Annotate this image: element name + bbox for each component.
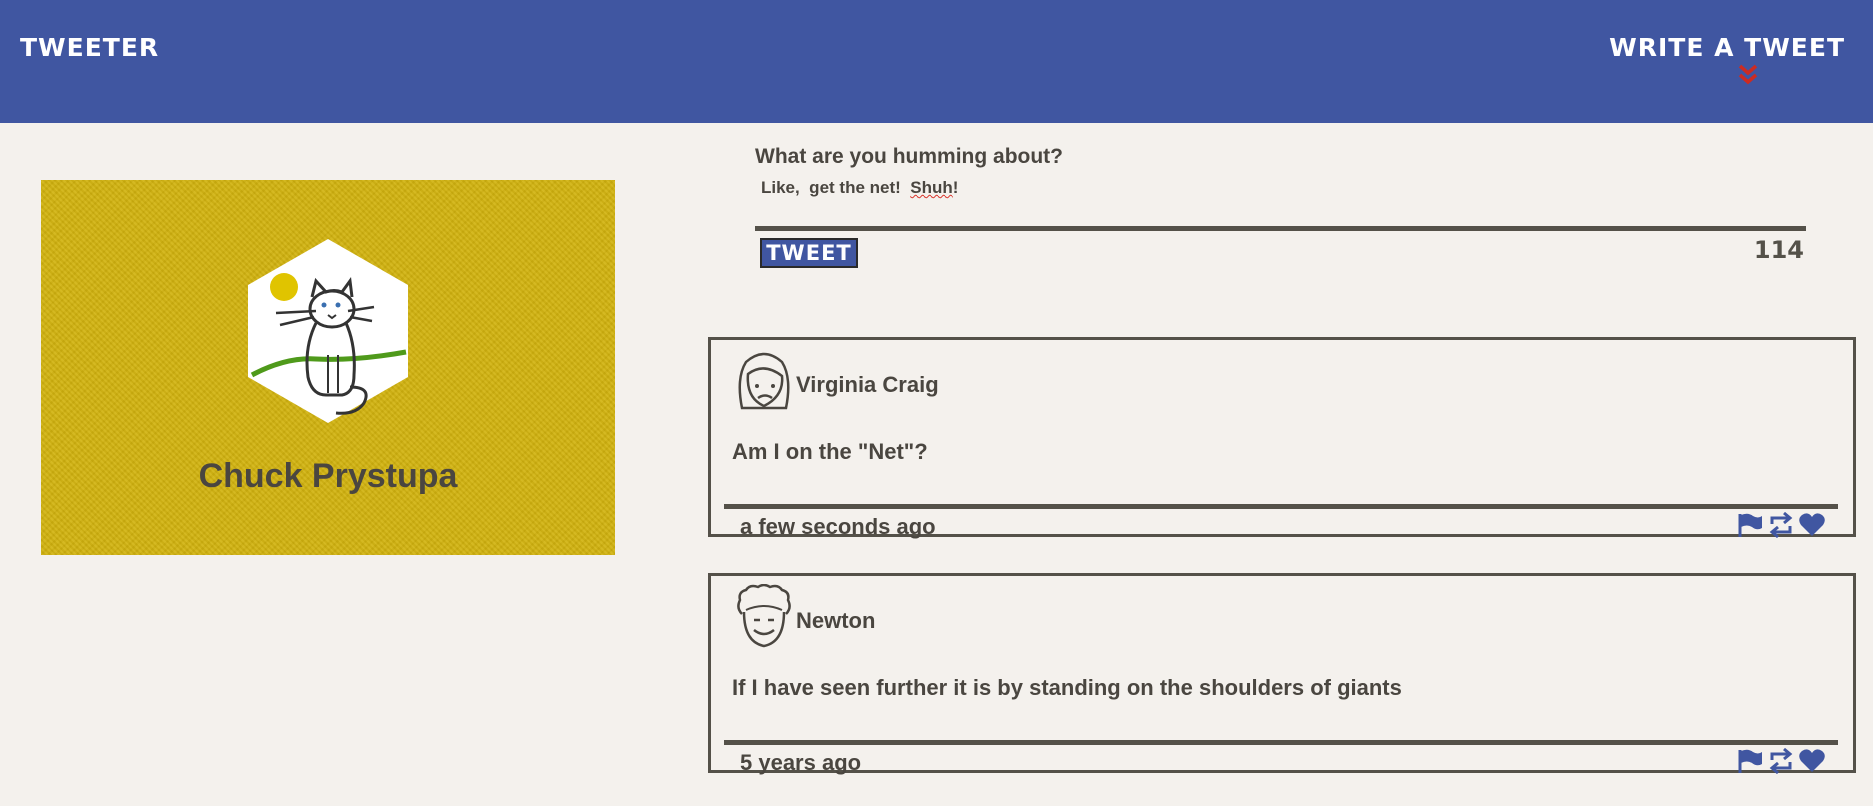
write-tweet-button[interactable]: WRITE A TWEET	[1609, 33, 1845, 62]
character-counter: 114	[1753, 236, 1804, 264]
misspelled-word: Shuh	[910, 178, 953, 197]
tweet-divider	[724, 504, 1838, 509]
tweet-body: Am I on the "Net"?	[732, 439, 928, 464]
tweet-submit-button[interactable]: TWEET	[760, 238, 858, 268]
profile-name: Chuck Prystupa	[198, 457, 458, 495]
profile-card: Chuck Prystupa	[41, 180, 615, 555]
cat-avatar-icon	[248, 239, 408, 423]
tweet-author[interactable]: Newton	[796, 608, 875, 634]
tweet-divider	[724, 740, 1838, 745]
top-nav-bar: TWEETER WRITE A TWEET	[0, 0, 1873, 123]
flag-icon[interactable]	[1736, 512, 1764, 538]
tweet-body: If I have seen further it is by standing…	[732, 675, 1402, 700]
woman-face-avatar-icon	[738, 352, 790, 410]
tweet-author[interactable]: Virginia Craig	[796, 372, 939, 398]
compose-prompt: What are you humming about?	[755, 145, 1063, 168]
tweet-card: Virginia Craig Am I on the "Net"? a few …	[708, 337, 1856, 539]
double-chevron-down-icon[interactable]	[1737, 62, 1759, 86]
heart-icon[interactable]	[1798, 512, 1826, 538]
tweet-card: Newton If I have seen further it is by s…	[708, 573, 1856, 775]
app-logo[interactable]: TWEETER	[20, 33, 159, 62]
compose-divider	[755, 226, 1806, 231]
draft-text-part: Like, get the net!	[761, 178, 911, 197]
curly-hair-face-avatar-icon	[737, 584, 791, 648]
heart-icon[interactable]	[1798, 748, 1826, 774]
flag-icon[interactable]	[1736, 748, 1764, 774]
retweet-icon[interactable]	[1767, 748, 1795, 774]
tweet-timestamp: a few seconds ago	[740, 514, 936, 539]
draft-text-part: !	[952, 178, 959, 197]
tweet-timestamp: 5 years ago	[740, 750, 862, 775]
tweet-textarea[interactable]: Like, get the net! Shuh!	[761, 178, 958, 198]
retweet-icon[interactable]	[1767, 512, 1795, 538]
